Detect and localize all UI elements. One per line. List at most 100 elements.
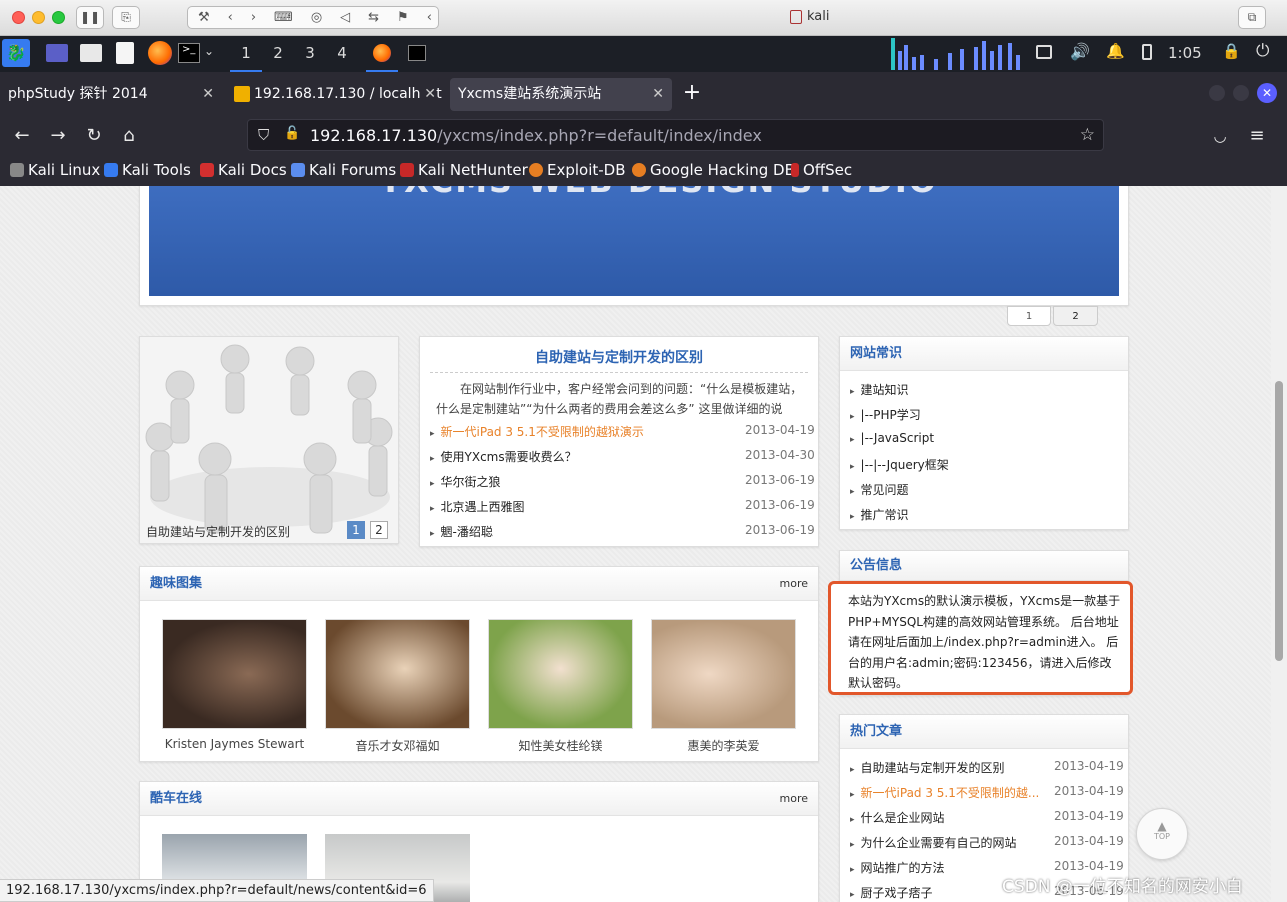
workspace-2[interactable]: 2 [262, 36, 294, 72]
fullscreen-button[interactable]: ⧉ [1238, 6, 1266, 29]
close-window-button[interactable] [12, 11, 25, 24]
terminal-launcher-icon[interactable]: >_ [178, 43, 200, 63]
scrollbar-thumb[interactable] [1275, 381, 1283, 661]
forward-arrow-icon[interactable]: → [46, 124, 70, 148]
window-dot-1[interactable] [1209, 85, 1225, 101]
chevron-down-icon[interactable]: ⌄ [204, 44, 214, 58]
notifications-bell-icon[interactable]: 🔔 [1106, 42, 1125, 60]
close-window-icon[interactable]: ✕ [1257, 83, 1277, 103]
bookmark-kali-tools[interactable]: Kali Tools [104, 161, 191, 179]
bookmark-star-icon[interactable]: ☆ [1080, 125, 1095, 145]
knowledge-item[interactable]: 推广常识 [850, 506, 909, 523]
hot-date: 2013-04-19 [1054, 784, 1124, 798]
slider-caption[interactable]: 自助建站与定制开发的区别 [146, 523, 290, 540]
settings-wrench-button[interactable]: ⚒‹›⌨◎◁⇆⚑‹ [187, 6, 439, 29]
minimize-window-button[interactable] [32, 11, 45, 24]
knowledge-title[interactable]: 网站常识 [850, 346, 902, 361]
pause-vm-button[interactable]: ❚❚ [76, 6, 104, 29]
shield-icon[interactable]: ⛉ [258, 126, 269, 144]
logout-icon[interactable]: ⏻ [1256, 41, 1269, 61]
zoom-window-button[interactable] [52, 11, 65, 24]
hot-item[interactable]: 为什么企业需要有自己的网站 [850, 834, 1017, 851]
banner-page-2[interactable]: 2 [1053, 306, 1098, 326]
home-icon[interactable]: ⌂ [117, 124, 141, 148]
menu-hamburger-icon[interactable]: ≡ [1245, 124, 1269, 148]
workspace-4[interactable]: 4 [326, 36, 358, 72]
file-manager-icon[interactable] [80, 44, 102, 62]
close-tab-icon[interactable]: ✕ [420, 78, 436, 111]
workspace-1[interactable]: 1 [230, 36, 262, 72]
bookmark-google-hacking-db[interactable]: Google Hacking DB [632, 161, 795, 179]
show-desktop-icon[interactable] [46, 44, 68, 62]
bookmark-kali-linux[interactable]: Kali Linux [10, 161, 100, 179]
window-dot-2[interactable] [1233, 85, 1249, 101]
knowledge-item[interactable]: |--|--Jquery框架 [850, 456, 949, 473]
cars-title[interactable]: 酷车在线 [150, 791, 202, 806]
gallery-caption[interactable]: Kristen Jaymes Stewart [162, 737, 307, 751]
battery-icon[interactable] [1142, 44, 1152, 60]
gallery-caption[interactable]: 知性美女桂纶镁 [488, 737, 633, 754]
snapshot-button[interactable]: ⎘ [112, 6, 140, 29]
gallery-photo[interactable] [488, 619, 633, 729]
gallery-photo[interactable] [162, 619, 307, 729]
banner-page-1[interactable]: 1 [1007, 306, 1051, 326]
knowledge-header: 网站常识 [840, 337, 1128, 371]
slider[interactable]: 自助建站与定制开发的区别 1 2 [139, 336, 399, 544]
knowledge-item[interactable]: |--PHP学习 [850, 406, 921, 423]
page-scrollbar[interactable] [1271, 186, 1287, 902]
firefox-launcher-icon[interactable] [148, 41, 172, 65]
slider-page-2[interactable]: 2 [370, 521, 388, 539]
bookmark-offsec[interactable]: OffSec [791, 161, 852, 179]
network-icon[interactable] [1036, 45, 1052, 59]
gallery-more-link[interactable]: more [780, 567, 809, 601]
hot-item[interactable]: 厨子戏子痞子 [850, 884, 933, 901]
slider-page-1[interactable]: 1 [347, 521, 365, 539]
reload-icon[interactable]: ↻ [82, 124, 106, 148]
knowledge-item[interactable]: 建站知识 [850, 381, 909, 398]
lock-icon[interactable]: 🔒 [1222, 42, 1241, 60]
gallery-title[interactable]: 趣味图集 [150, 576, 202, 591]
bookmark-kali-forums[interactable]: Kali Forums [291, 161, 396, 179]
close-tab-icon[interactable]: ✕ [202, 78, 214, 111]
text-editor-icon[interactable] [116, 42, 134, 64]
hot-item[interactable]: 网站推广的方法 [850, 859, 945, 876]
featured-item[interactable]: 华尔街之狼 [430, 473, 501, 490]
back-arrow-icon[interactable]: ← [10, 124, 34, 148]
tab-phpmyadmin[interactable]: 192.168.17.130 / localhost ✕ [224, 78, 444, 111]
new-tab-button[interactable]: + [680, 80, 704, 108]
kali-menu-icon[interactable]: 🐉 [2, 39, 30, 67]
back-to-top-button[interactable]: ▲ TOP [1136, 808, 1188, 860]
pocket-icon[interactable]: ◡ [1208, 124, 1232, 148]
hot-title[interactable]: 热门文章 [850, 724, 902, 739]
knowledge-item[interactable]: 常见问题 [850, 481, 909, 498]
featured-item[interactable]: 新一代iPad 3 5.1不受限制的越狱演示 [430, 423, 644, 440]
notice-title[interactable]: 公告信息 [850, 558, 902, 573]
featured-item[interactable]: 使用YXcms需要收费么？ [430, 448, 577, 465]
bookmark-kali-nethunter[interactable]: Kali NetHunter [400, 161, 528, 179]
close-tab-icon[interactable]: ✕ [652, 78, 664, 111]
clock[interactable]: 1:05 [1168, 44, 1202, 62]
gallery-photo[interactable] [325, 619, 470, 729]
volume-icon[interactable]: 🔊 [1070, 42, 1090, 61]
insecure-lock-icon[interactable]: 🔓 [284, 126, 300, 141]
tab-yxcms-active[interactable]: Yxcms建站系统演示站 ✕ [450, 78, 672, 111]
featured-item[interactable]: 北京遇上西雅图 [430, 498, 525, 515]
url-bar[interactable]: ⛉ 🔓 192.168.17.130/yxcms/index.php?r=def… [247, 119, 1104, 151]
gallery-caption[interactable]: 音乐才女邓福如 [325, 737, 470, 754]
gallery-photo[interactable] [651, 619, 796, 729]
bookmark-exploit-db[interactable]: Exploit-DB [529, 161, 626, 179]
knowledge-item[interactable]: |--JavaScript [850, 431, 935, 445]
gallery-caption[interactable]: 惠美的李英爱 [651, 737, 796, 754]
firefox-task-icon[interactable] [366, 36, 398, 72]
hot-item[interactable]: 自助建站与定制开发的区别 [850, 759, 1005, 776]
bookmark-kali-docs[interactable]: Kali Docs [200, 161, 287, 179]
tab-phpstudy[interactable]: phpStudy 探针 2014 ✕ [0, 78, 222, 111]
featured-item[interactable]: 魍-潘绍聪 [430, 523, 493, 540]
cars-more-link[interactable]: more [780, 782, 809, 816]
terminal-task-icon[interactable] [408, 45, 426, 61]
hot-item[interactable]: 新一代iPad 3 5.1不受限制的越... [850, 784, 1040, 801]
workspace-3[interactable]: 3 [294, 36, 326, 72]
hot-item[interactable]: 什么是企业网站 [850, 809, 945, 826]
url-text[interactable]: 192.168.17.130/yxcms/index.php?r=default… [310, 126, 762, 145]
featured-title[interactable]: 自助建站与定制开发的区别 [420, 347, 818, 367]
